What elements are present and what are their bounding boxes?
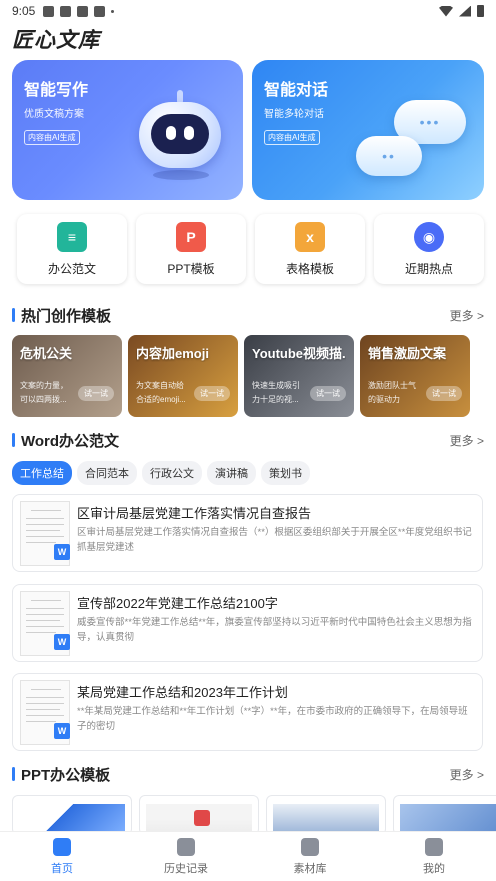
home-icon xyxy=(53,838,71,856)
quick-entry-label: 办公范文 xyxy=(47,262,96,276)
nav-history[interactable]: 历史记录 xyxy=(124,832,248,881)
try-button[interactable]: 试一试 xyxy=(194,386,230,401)
quick-entry-spreadsheet[interactable]: x 表格模板 xyxy=(255,214,365,284)
history-icon xyxy=(177,838,195,856)
nav-label: 素材库 xyxy=(293,863,327,875)
hot-template-title: 内容加emoji xyxy=(136,346,209,361)
download-icon xyxy=(60,5,72,17)
word-file-icon: W xyxy=(54,544,70,560)
doc-icon: ≡ xyxy=(57,222,87,252)
hot-template-title: 危机公关 xyxy=(20,346,73,361)
try-button[interactable]: 试一试 xyxy=(78,386,114,401)
nav-library[interactable]: 素材库 xyxy=(248,832,372,881)
section-title: Word办公范文 xyxy=(21,432,120,450)
status-bar: 9:05 xyxy=(0,0,496,22)
ppt-template-thumbnail[interactable] xyxy=(12,795,132,835)
ai-generated-badge: 内容由AI生成 xyxy=(264,130,320,145)
quick-entry-office-docs[interactable]: ≡ 办公范文 xyxy=(17,214,127,284)
quick-entry-ppt[interactable]: P PPT模板 xyxy=(136,214,246,284)
ppt-templates-header: PPT办公模板 更多 > xyxy=(12,764,484,784)
ppt-template-thumbnail[interactable] xyxy=(266,795,386,835)
try-button[interactable]: 试一试 xyxy=(426,386,462,401)
tab-plan[interactable]: 策划书 xyxy=(261,461,310,485)
nav-profile[interactable]: 我的 xyxy=(372,832,496,881)
hot-template-desc: 激励团队士气的驱动力 xyxy=(368,381,416,404)
status-time: 9:05 xyxy=(12,4,36,18)
word-file-icon: W xyxy=(54,634,70,650)
nav-home[interactable]: 首页 xyxy=(0,832,124,881)
hot-template-card[interactable]: Youtube视频描... 快速生成吸引力十足的视... 试一试 xyxy=(244,335,354,417)
quick-entry-label: 表格模板 xyxy=(285,262,334,276)
notification-icon xyxy=(43,5,55,17)
more-dot-icon xyxy=(111,9,115,13)
robot-icon xyxy=(139,90,221,180)
ai-generated-badge: 内容由AI生成 xyxy=(24,130,80,145)
section-title: 热门创作模板 xyxy=(21,307,112,325)
hot-template-desc: 文案的力量，可以四两拨... xyxy=(20,381,68,404)
tab-speech[interactable]: 演讲稿 xyxy=(207,461,256,485)
hot-templates-header: 热门创作模板 更多 > xyxy=(12,305,484,325)
hot-template-card[interactable]: 销售激励文案 激励团队士气的驱动力 试一试 xyxy=(360,335,470,417)
ppt-template-thumbnail[interactable] xyxy=(139,795,259,835)
quick-entry-label: 近期热点 xyxy=(404,262,453,276)
section-title: PPT办公模板 xyxy=(21,766,111,784)
nav-label: 我的 xyxy=(423,863,445,875)
document-row[interactable]: W 区审计局基层党建工作落实情况自查报告 区审计局基层党建工作落实情况自查报告（… xyxy=(12,494,483,572)
category-tabs: 工作总结 合同范本 行政公文 演讲稿 策划书 xyxy=(12,461,310,485)
signal-icon xyxy=(459,5,471,17)
word-file-icon: W xyxy=(54,723,70,739)
nav-label: 首页 xyxy=(51,863,73,875)
quick-entry-trending[interactable]: ◉ 近期热点 xyxy=(374,214,484,284)
more-link[interactable]: 更多 > xyxy=(450,432,484,449)
hot-template-desc: 为文案自动给合适的emoji... xyxy=(136,381,186,404)
more-link[interactable]: 更多 > xyxy=(450,307,484,324)
more-link[interactable]: 更多 > xyxy=(450,766,484,783)
document-row[interactable]: W 某局党建工作总结和2023年工作计划 **年某局党建工作总结和**年工作计划… xyxy=(12,673,483,751)
ppt-icon: P xyxy=(176,222,206,252)
tab-contract-template[interactable]: 合同范本 xyxy=(77,461,137,485)
app-notification-icon xyxy=(94,5,106,17)
nav-label: 历史记录 xyxy=(164,863,208,875)
smart-chat-card[interactable]: 智能对话 智能多轮对话 内容由AI生成 ••• •• xyxy=(252,60,484,200)
document-title: 某局党建工作总结和2023年工作计划 xyxy=(77,685,288,700)
tab-official-document[interactable]: 行政公文 xyxy=(142,461,202,485)
hot-template-desc: 快速生成吸引力十足的视... xyxy=(252,381,300,404)
hot-template-card[interactable]: 危机公关 文案的力量，可以四两拨... 试一试 xyxy=(12,335,122,417)
section-accent-bar xyxy=(12,433,15,447)
try-button[interactable]: 试一试 xyxy=(310,386,346,401)
chat-bubbles-icon: ••• •• xyxy=(356,100,472,196)
flame-icon: ◉ xyxy=(414,222,444,252)
quick-entry-label: PPT模板 xyxy=(167,262,215,276)
word-templates-header: Word办公范文 更多 > xyxy=(12,430,484,450)
section-accent-bar xyxy=(12,308,15,322)
app-title: 匠心文库 xyxy=(12,29,100,52)
hot-template-title: Youtube视频描... xyxy=(252,346,346,361)
document-title: 宣传部2022年党建工作总结2100字 xyxy=(77,596,278,611)
document-row[interactable]: W 宣传部2022年党建工作总结2100字 威委宣传部**年党建工作总结**年，… xyxy=(12,584,483,662)
battery-icon xyxy=(477,5,484,17)
library-icon xyxy=(301,838,319,856)
wifi-icon xyxy=(439,5,453,17)
hero-title: 智能对话 xyxy=(264,82,329,99)
excel-icon: x xyxy=(295,222,325,252)
hot-template-card[interactable]: 内容加emoji 为文案自动给合适的emoji... 试一试 xyxy=(128,335,238,417)
tab-work-summary[interactable]: 工作总结 xyxy=(12,461,72,485)
smart-writing-card[interactable]: 智能写作 优质文稿方案 内容由AI生成 xyxy=(12,60,243,200)
hot-template-title: 销售激励文案 xyxy=(368,346,447,361)
ppt-template-thumbnail[interactable] xyxy=(393,795,496,835)
document-description: 威委宣传部**年党建工作总结**年，旗委宣传部坚持以习近平新时代中国特色社会主义… xyxy=(77,617,472,643)
bottom-navigation: 首页 历史记录 素材库 我的 xyxy=(0,831,496,881)
document-description: 区审计局基层党建工作落实情况自查报告（**）根据区委组织部关于开展全区**年度党… xyxy=(77,527,472,553)
profile-icon xyxy=(425,838,443,856)
document-title: 区审计局基层党建工作落实情况自查报告 xyxy=(77,506,312,521)
photo-icon xyxy=(77,5,89,17)
document-description: **年某局党建工作总结和**年工作计划（**字）**年，在市委市政府的正确领导下… xyxy=(77,706,468,732)
section-accent-bar xyxy=(12,767,15,781)
